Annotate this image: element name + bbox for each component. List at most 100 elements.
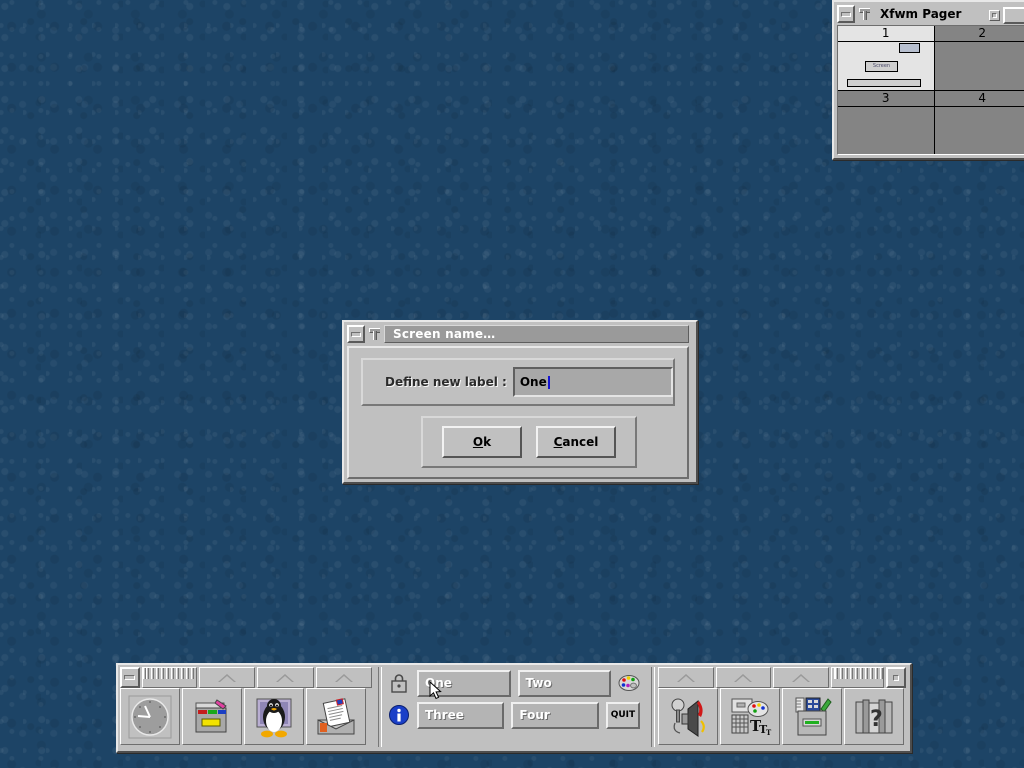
pager-workspace-2[interactable]: 2 <box>934 26 1024 90</box>
pager-mini-window-label: Screen <box>872 63 891 69</box>
minimize-icon[interactable] <box>837 5 855 23</box>
launcher-mail[interactable] <box>306 688 366 745</box>
dialog-button-frame: Ok Cancel <box>421 416 637 468</box>
chevron-up-icon <box>734 673 753 682</box>
pager-workspace-grid: 1 Screen 2 3 4 <box>837 25 1024 155</box>
popup-menu-button-3[interactable] <box>315 667 373 688</box>
pager-workspace-2-content <box>935 42 1024 90</box>
pager-titlebar[interactable]: Xfwm Pager <box>837 5 1024 24</box>
popup-menu-button-4[interactable] <box>658 667 714 688</box>
file-manager-icon <box>195 698 227 732</box>
panel-separator-left <box>378 667 382 747</box>
pager-workspace-4[interactable]: 4 <box>934 90 1024 155</box>
pager-window-buttons <box>989 7 1024 24</box>
panel-left-group <box>120 667 373 747</box>
pager-workspace-4-number: 4 <box>934 91 1024 107</box>
screen-name-input-value: One <box>519 375 547 389</box>
popup-menu-button-2[interactable] <box>257 667 314 688</box>
workspace-button-four-label: Four <box>519 708 550 722</box>
workspace-button-three-label: Three <box>425 708 464 722</box>
pager-workspace-4-content <box>935 107 1024 155</box>
launcher-clock[interactable] <box>120 688 180 745</box>
screen-name-input[interactable]: One <box>512 367 673 397</box>
desktop-tools-icon <box>795 697 832 735</box>
dialog-titlebar[interactable]: Screen name… <box>347 325 689 343</box>
cancel-button-label: ancel <box>562 435 599 449</box>
panel-right-launchers: T T T ? <box>658 688 906 745</box>
ok-button[interactable]: Ok <box>442 426 522 458</box>
cancel-button[interactable]: Cancel <box>536 426 616 458</box>
panel-collapse-icon[interactable] <box>886 667 906 688</box>
palette-icon[interactable] <box>618 672 640 694</box>
books-question-icon: ? <box>855 699 893 733</box>
text-caret <box>547 375 550 389</box>
mail-icon <box>317 697 355 734</box>
ok-button-label: k <box>483 435 492 449</box>
workspace-switcher: One Two Three Four QUIT <box>388 669 641 743</box>
define-new-label-label: Define new label : <box>385 375 507 389</box>
launcher-file-manager[interactable] <box>182 688 242 745</box>
panel-left-topbar <box>120 667 373 688</box>
svg-text:?: ? <box>870 707 883 732</box>
grip-handle-icon[interactable] <box>830 667 885 688</box>
info-icon[interactable] <box>388 704 410 726</box>
pager-workspace-1[interactable]: 1 Screen <box>838 26 934 90</box>
pager-workspace-2-number: 2 <box>934 26 1024 42</box>
pager-mini-window-1 <box>899 43 920 53</box>
pager-workspace-1-content: Screen <box>838 42 934 90</box>
panel-right-topbar <box>658 667 906 688</box>
svg-text:T: T <box>766 728 772 737</box>
chevron-up-icon <box>217 673 236 682</box>
chevron-up-icon <box>276 673 295 682</box>
popup-menu-button-5[interactable] <box>715 667 772 688</box>
minimize-icon[interactable] <box>120 667 140 688</box>
launcher-multimedia[interactable] <box>658 688 718 745</box>
quit-button[interactable]: QUIT <box>605 701 641 729</box>
panel-right-group: T T T ? <box>658 667 906 747</box>
workspace-button-three[interactable]: Three <box>417 701 505 729</box>
pager-workspace-3-content <box>838 107 934 155</box>
launcher-settings[interactable]: T T T <box>720 688 780 745</box>
panel-separator-right <box>651 667 655 747</box>
chevron-up-icon <box>791 673 810 682</box>
dialog-title-strip: Screen name… <box>384 325 689 343</box>
workspace-row-top: One Two <box>388 669 640 697</box>
shade-pin-icon[interactable] <box>368 326 380 342</box>
workspace-button-one-label: One <box>425 676 452 690</box>
xfce-panel: One Two Three Four QUIT T T T ? <box>116 663 912 753</box>
popup-menu-button-1[interactable] <box>198 667 256 688</box>
minimize-icon[interactable] <box>347 325 365 343</box>
pager-mini-window-panel <box>847 79 921 87</box>
xfwm-pager-window: Xfwm Pager 1 Screen 2 3 4 <box>832 0 1024 160</box>
panel-left-launchers <box>120 688 372 745</box>
workspace-row-bottom: Three Four QUIT <box>388 701 641 729</box>
padlock-icon[interactable] <box>388 672 410 694</box>
workspace-button-two[interactable]: Two <box>517 669 611 697</box>
dialog-title: Screen name… <box>393 327 496 341</box>
pager-restore-icon[interactable] <box>989 10 1000 21</box>
cancel-button-mnemonic: C <box>553 435 563 449</box>
workspace-button-two-label: Two <box>525 676 552 690</box>
grip-handle-icon[interactable] <box>141 667 197 688</box>
popup-menu-button-6[interactable] <box>773 667 829 688</box>
clock-icon <box>128 695 172 738</box>
chevron-up-icon <box>676 673 695 682</box>
shade-pin-icon[interactable] <box>858 6 870 22</box>
pager-title: Xfwm Pager <box>880 7 962 21</box>
pager-mini-window-screen-dialog: Screen <box>865 61 898 72</box>
launcher-help[interactable]: ? <box>844 688 904 745</box>
launcher-utilities[interactable] <box>782 688 842 745</box>
workspace-button-four[interactable]: Four <box>511 701 599 729</box>
penguin-icon <box>256 698 292 737</box>
pager-workspace-3-number: 3 <box>838 91 934 107</box>
pager-maximize-icon[interactable] <box>1003 7 1024 24</box>
ok-button-mnemonic: O <box>472 435 484 449</box>
microphone-speaker-icon <box>671 698 705 737</box>
label-field-frame: Define new label : One <box>361 358 675 406</box>
launcher-terminal-penguin[interactable] <box>244 688 304 745</box>
pager-workspace-1-number: 1 <box>838 26 934 42</box>
chevron-up-icon <box>334 673 353 682</box>
dialog-body: Define new label : One Ok Cancel <box>347 346 689 479</box>
pager-workspace-3[interactable]: 3 <box>838 90 934 155</box>
workspace-button-one[interactable]: One <box>417 669 511 697</box>
